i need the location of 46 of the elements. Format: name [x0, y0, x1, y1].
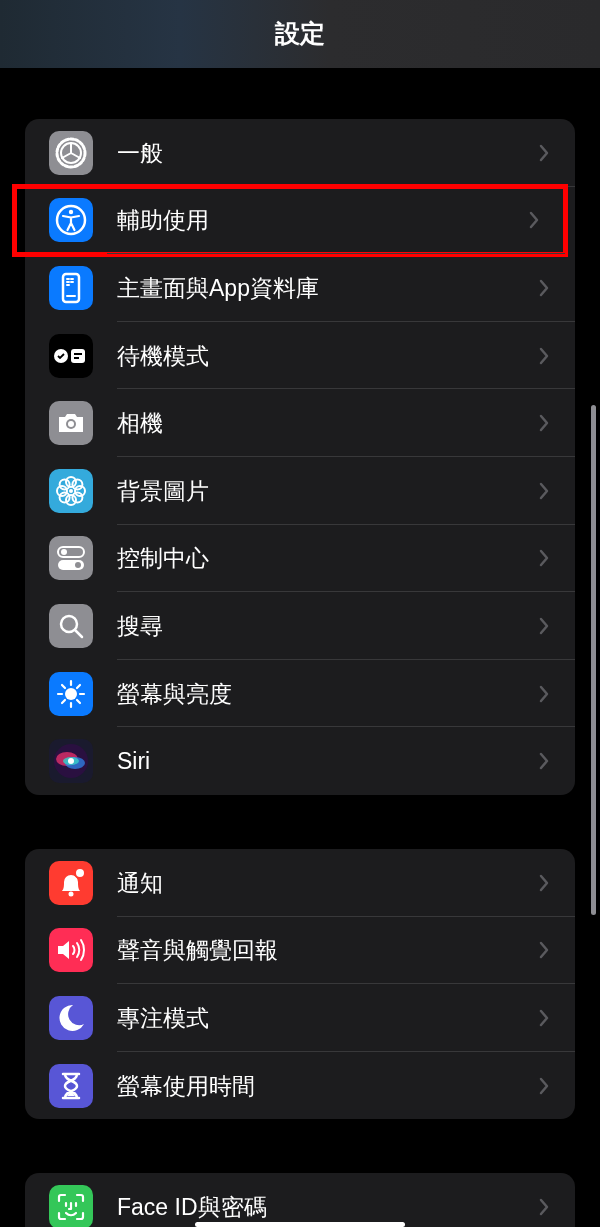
chevron-icon	[539, 481, 549, 500]
chevron-icon	[539, 549, 549, 568]
settings-row[interactable]: 待機模式	[25, 321, 575, 390]
settings-row[interactable]: 螢幕與亮度	[25, 659, 575, 728]
row-label: 主畫面與App資料庫	[117, 276, 319, 300]
row-label: 背景圖片	[117, 478, 209, 503]
row-label: 聲音與觸覺回報	[117, 938, 278, 963]
chevron-icon	[539, 873, 549, 892]
settings-row[interactable]: 聲音與觸覺回報	[25, 916, 575, 985]
chevron-icon	[539, 941, 549, 960]
settings-row[interactable]: 通知	[25, 848, 575, 917]
chevron-icon	[529, 211, 539, 230]
chevron-icon	[539, 346, 549, 365]
chevron-icon	[539, 1076, 549, 1095]
row-label: Face ID與密碼	[117, 1195, 267, 1220]
page-title: 設定	[275, 18, 325, 50]
row-label: 控制中心	[117, 546, 209, 571]
chevron-icon	[539, 1198, 549, 1217]
chevron-icon	[539, 414, 549, 433]
row-label: 專注模式	[117, 1005, 209, 1030]
settings-row[interactable]: 專注模式	[25, 984, 575, 1052]
chevron-icon	[539, 752, 549, 771]
row-label: 通知	[117, 870, 163, 895]
row-label: 相機	[117, 411, 163, 436]
row-label: 螢幕與亮度	[117, 681, 232, 706]
row-label: 搜尋	[117, 613, 163, 638]
settings-row[interactable]: 輔助使用	[15, 186, 565, 255]
chevron-icon	[539, 143, 549, 162]
chevron-icon	[539, 684, 549, 703]
settings-row[interactable]: 控制中心	[25, 524, 575, 593]
settings-row[interactable]: 主畫面與App資料庫	[25, 254, 575, 322]
row-label: Siri	[117, 749, 151, 774]
row-label: 一般	[117, 140, 163, 165]
row-label: 螢幕使用時間	[117, 1073, 255, 1098]
chevron-icon	[539, 616, 549, 635]
home-indicator[interactable]	[195, 1222, 405, 1227]
chevron-icon	[539, 279, 549, 297]
settings-row[interactable]: 一般	[25, 119, 575, 187]
row-label: 待機模式	[117, 343, 209, 368]
row-label: 輔助使用	[117, 208, 209, 233]
chevron-icon	[539, 1008, 549, 1027]
settings-row[interactable]: 螢幕使用時間	[25, 1051, 575, 1120]
settings-row[interactable]: Siri	[25, 727, 575, 795]
settings-row[interactable]: 相機	[25, 389, 575, 457]
settings-row[interactable]: 搜尋	[25, 592, 575, 660]
settings-row[interactable]: 背景圖片	[25, 456, 575, 525]
